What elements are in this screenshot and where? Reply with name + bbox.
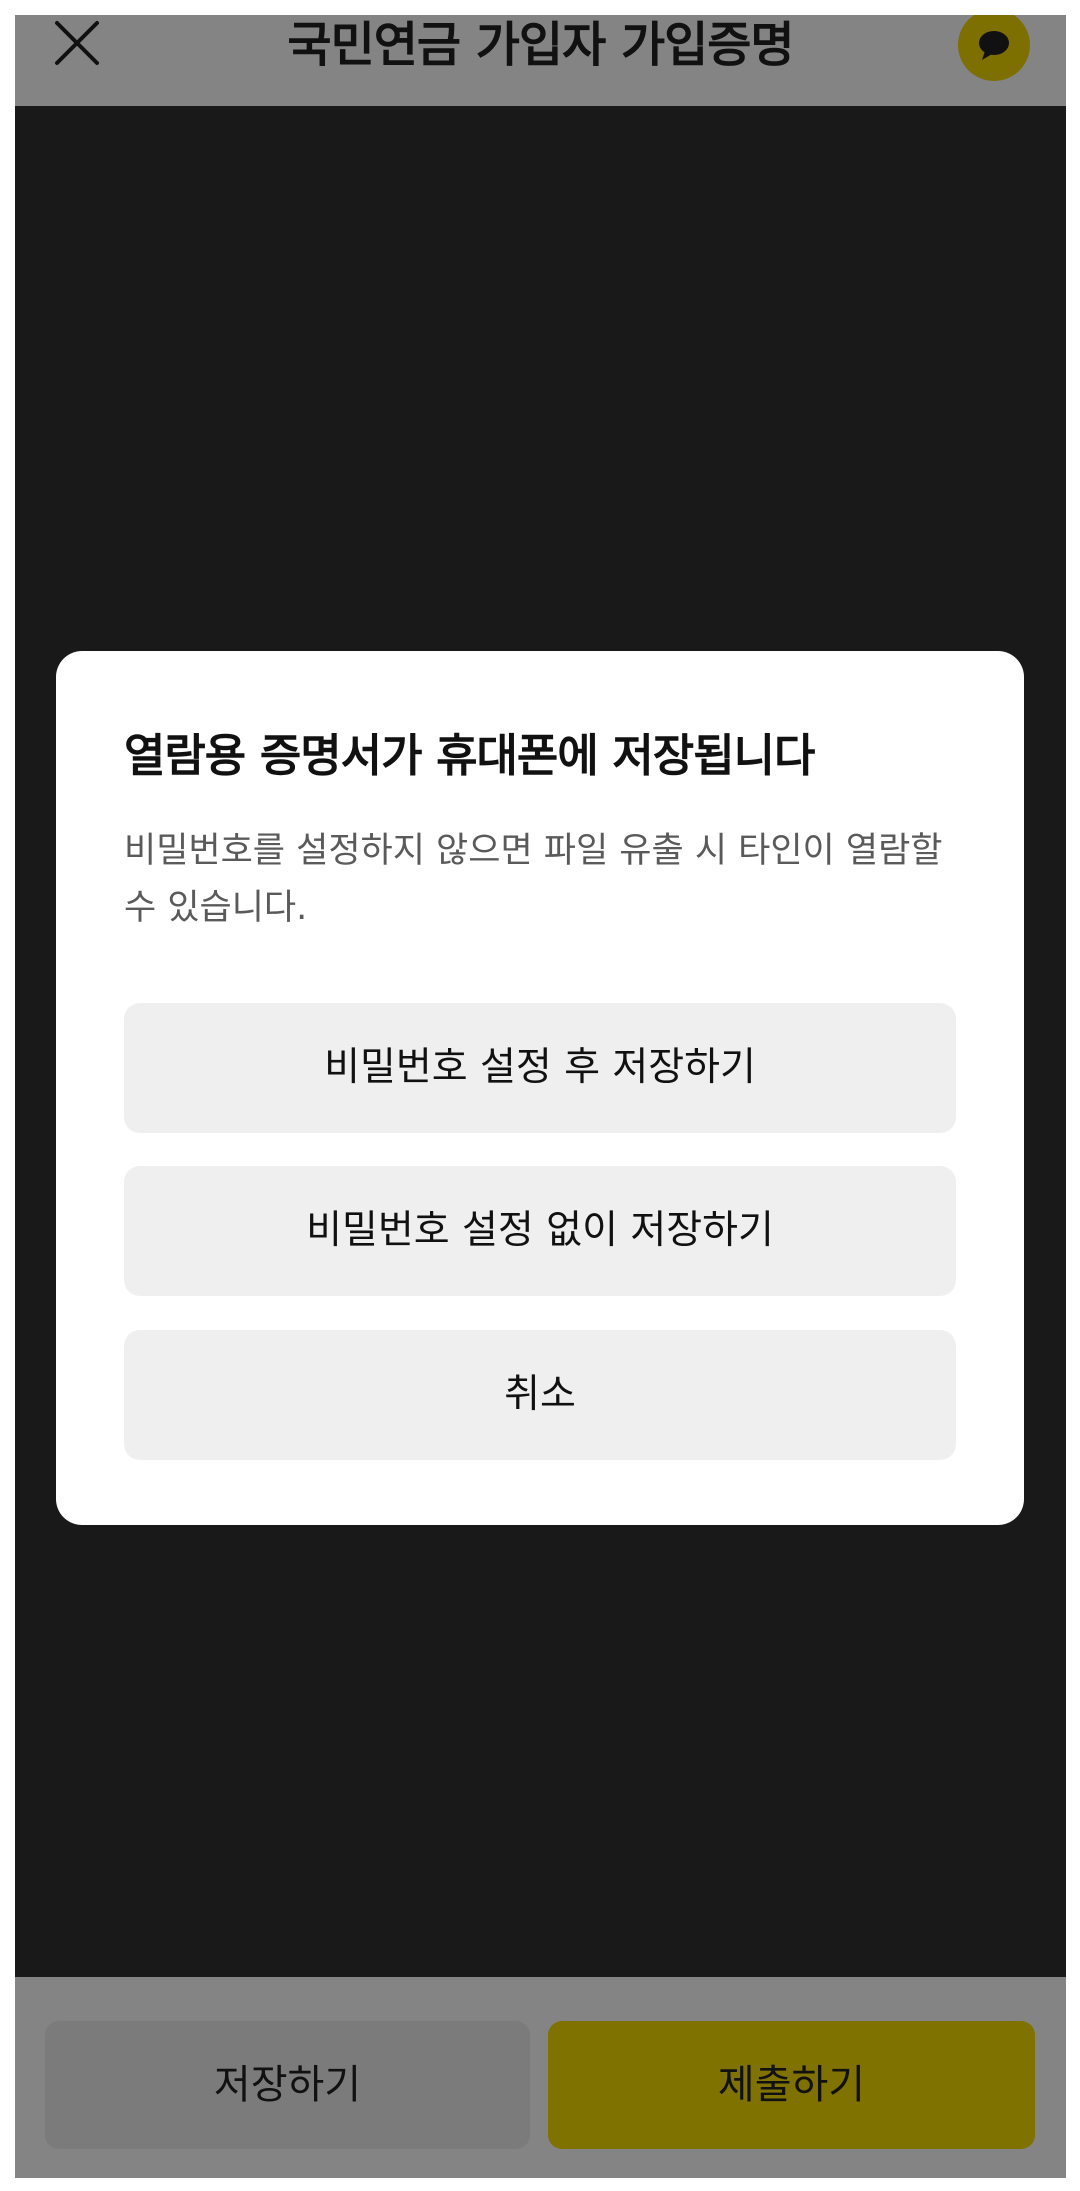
save-with-password-button[interactable]: 비밀번호 설정 후 저장하기 [124,1003,956,1133]
dialog-description: 비밀번호를 설정하지 않으면 파일 유출 시 타인이 열람할 수 있습니다. [124,831,943,928]
save-without-password-button[interactable]: 비밀번호 설정 없이 저장하기 [124,1166,956,1296]
chat-bubble-icon [979,31,1009,60]
dialog-title: 열람용 증명서가 휴대폰에 저장됩니다 [124,729,815,782]
page-title: 국민연금 가입자 가입증명 [287,17,794,73]
bottom-action-bar: 저장하기 제출하기 [15,1977,1066,2178]
app-screen: 국민연금 가입자 가입증명 열람용 증명서가 휴대폰에 저장됩니다 비밀번호를 … [15,15,1066,2178]
save-confirm-dialog: 열람용 증명서가 휴대폰에 저장됩니다 비밀번호를 설정하지 않으면 파일 유출… [56,651,1024,1525]
submit-button[interactable]: 제출하기 [548,2021,1035,2149]
cancel-button[interactable]: 취소 [124,1330,956,1460]
save-button[interactable]: 저장하기 [45,2021,530,2149]
top-app-bar: 국민연금 가입자 가입증명 [15,15,1066,106]
